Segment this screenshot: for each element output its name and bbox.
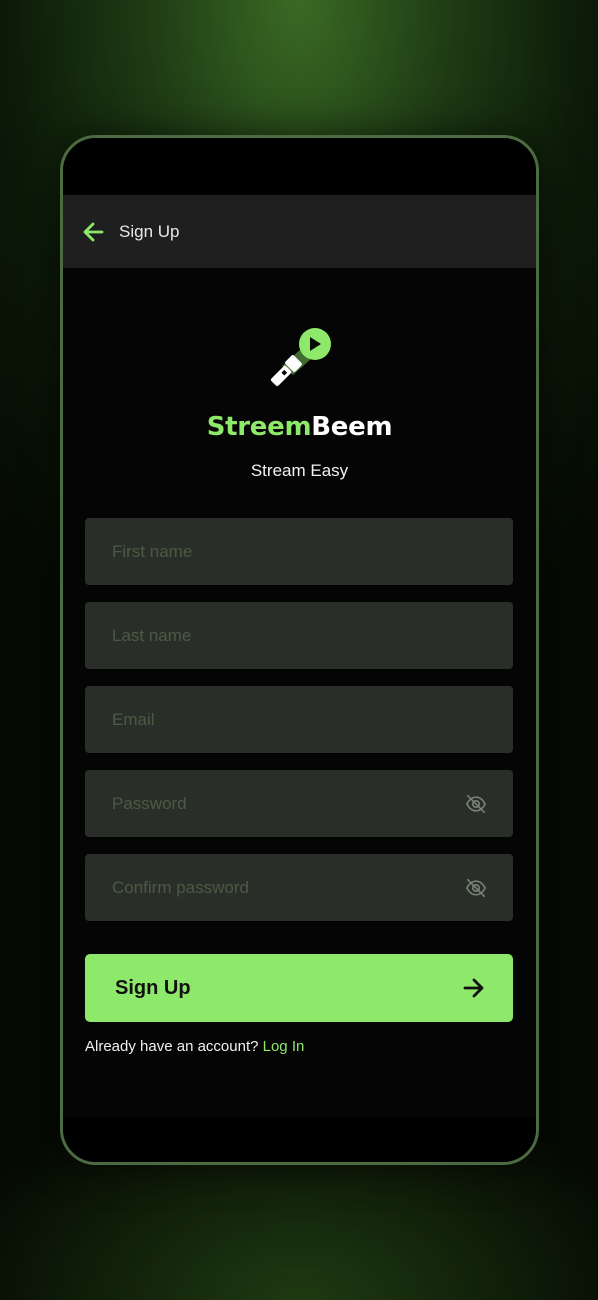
brand-logo: StreemBeem <box>63 412 536 442</box>
back-button[interactable] <box>80 219 106 245</box>
bottom-bar <box>63 1117 536 1162</box>
status-bar <box>63 138 536 195</box>
first-name-input[interactable] <box>112 541 487 562</box>
eye-off-icon[interactable] <box>465 793 487 815</box>
login-link[interactable]: Log In <box>263 1038 305 1055</box>
email-field <box>85 686 513 753</box>
signup-button-label: Sign Up <box>115 976 191 999</box>
app-bar: Sign Up <box>63 195 536 268</box>
brand-name-part2: Beem <box>311 412 393 442</box>
password-field <box>85 770 513 837</box>
signup-button[interactable]: Sign Up <box>85 954 513 1022</box>
signup-content: StreemBeem Stream Easy First name Last n… <box>63 268 536 1118</box>
email-input[interactable] <box>112 709 487 730</box>
confirm-password-input[interactable] <box>112 877 465 898</box>
last-name-field <box>85 602 513 669</box>
last-name-input[interactable] <box>112 625 487 646</box>
flashlight-play-icon <box>270 328 331 387</box>
arrow-right-icon <box>463 978 484 998</box>
eye-off-icon[interactable] <box>465 877 487 899</box>
tagline: Stream Easy <box>250 461 349 480</box>
brand-name-part1: Streem <box>206 412 312 442</box>
phone-frame: Sign Up StreemBeem Stream Easy First nam… <box>60 135 539 1165</box>
login-prompt-text: Already have an account? <box>85 1038 259 1055</box>
first-name-field <box>85 518 513 585</box>
page-title: Sign Up <box>119 221 180 241</box>
arrow-left-icon <box>83 222 104 241</box>
login-prompt: Already have an account? Log In <box>85 1038 304 1055</box>
confirm-password-field <box>85 854 513 921</box>
password-input[interactable] <box>112 793 465 814</box>
